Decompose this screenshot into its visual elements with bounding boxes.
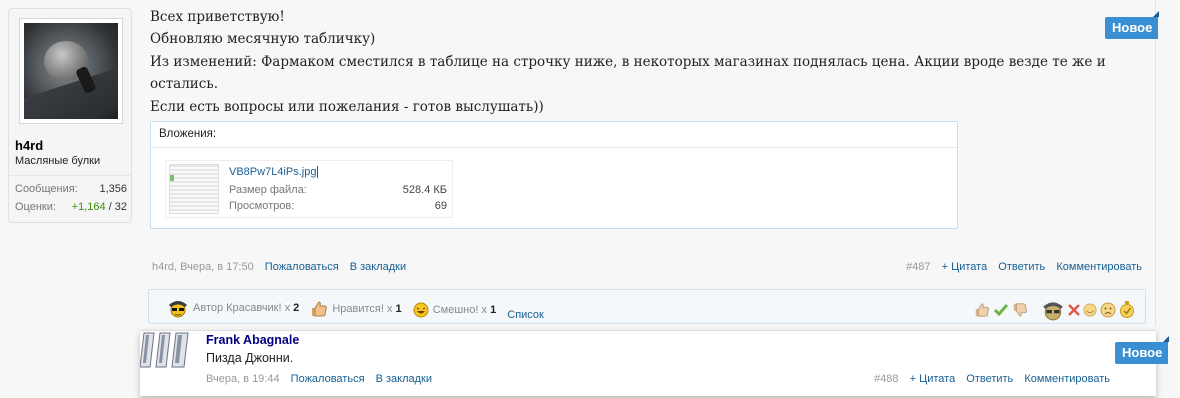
rating-like-count: 1 bbox=[395, 303, 402, 315]
reply-link[interactable]: Ответить bbox=[998, 261, 1045, 273]
new-badge: Новое bbox=[1105, 11, 1160, 39]
user-info-block: h4rd Масляные булки Сообщения: 1,356 Оце… bbox=[8, 8, 132, 223]
message-line: остались. bbox=[150, 76, 218, 93]
attachment-thumbnail[interactable] bbox=[169, 164, 219, 214]
username[interactable]: h4rd bbox=[15, 138, 43, 153]
post-488: Frank Abagnale Пизда Джонни. Вчера, в 19… bbox=[140, 330, 1156, 396]
rating-awesome-label: Автор Красавчик! bbox=[193, 302, 282, 314]
post-number[interactable]: #488 bbox=[874, 373, 898, 385]
comment-link[interactable]: Комментировать bbox=[1024, 373, 1110, 385]
cool-face-icon bbox=[169, 301, 187, 318]
rating-awesome-count: 2 bbox=[293, 302, 300, 314]
ratings-summary: Автор Красавчик! x 2 Нравится! x 1 Смешн… bbox=[167, 298, 544, 321]
bookmark-link[interactable]: В закладки bbox=[350, 261, 406, 273]
avatar-image bbox=[24, 23, 118, 119]
avatar[interactable] bbox=[140, 331, 192, 371]
message-line: Из изменений: Фармаком сместился в табли… bbox=[150, 53, 1106, 70]
ratings-bar: Автор Красавчик! x 2 Нравится! x 1 Смешн… bbox=[148, 289, 1146, 324]
post-487: h4rd Масляные булки Сообщения: 1,356 Оце… bbox=[0, 0, 1160, 326]
laughing-face-icon bbox=[413, 302, 429, 318]
ratings-list-link[interactable]: Список bbox=[507, 309, 544, 321]
ratings-stat: Оценки: +1,164 / 32 bbox=[15, 201, 127, 213]
post-time[interactable]: Вчера, в 19:44 bbox=[206, 373, 280, 385]
post-number[interactable]: #487 bbox=[906, 261, 930, 273]
message-body: Пизда Джонни. bbox=[206, 351, 294, 365]
size-value: 528.4 КБ bbox=[402, 184, 447, 196]
rating-funny-count: 1 bbox=[490, 304, 497, 316]
size-label: Размер файла: bbox=[229, 184, 307, 196]
rating-awesome: Автор Красавчик! x 2 bbox=[167, 298, 299, 318]
attachment-link[interactable]: VB8Pw7L4iPs.jpg bbox=[229, 166, 319, 178]
message-line: Если есть вопросы или пожелания - готов … bbox=[150, 98, 544, 115]
medal-icon[interactable] bbox=[1119, 301, 1135, 319]
ratings-rest: / 32 bbox=[105, 201, 127, 213]
times-sign: x bbox=[284, 302, 291, 314]
quote-link[interactable]: + Цитата bbox=[942, 261, 988, 273]
ratings-positive: +1,164 bbox=[71, 201, 106, 213]
times-sign: x bbox=[481, 304, 488, 316]
user-stats: Сообщения: 1,356 Оценки: +1,164 / 32 bbox=[9, 175, 131, 219]
user-title: Масляные булки bbox=[15, 155, 101, 167]
views-value: 69 bbox=[434, 200, 447, 212]
author-time[interactable]: h4rd, Вчера, в 17:50 bbox=[152, 261, 254, 273]
message-line: Всех приветствую! bbox=[150, 9, 285, 25]
post-controls: #488 + Цитата Ответить Комментировать bbox=[868, 373, 1110, 385]
username[interactable]: Frank Abagnale bbox=[206, 333, 299, 347]
rating-like: Нравится! x 1 bbox=[310, 300, 402, 318]
new-badge: Новое bbox=[1115, 336, 1170, 364]
bookmark-link[interactable]: В закладки bbox=[376, 373, 432, 385]
rating-like-label: Нравится! bbox=[332, 303, 384, 315]
attachment-item: VB8Pw7L4iPs.jpg Размер файла: 528.4 КБ П… bbox=[165, 160, 453, 218]
thumbs-down-icon[interactable] bbox=[1011, 302, 1029, 318]
close-icon[interactable] bbox=[1068, 304, 1080, 316]
post-controls: #487 + Цитата Ответить Комментировать bbox=[900, 261, 1142, 273]
attachment-views: Просмотров: 69 bbox=[229, 200, 447, 212]
thumbs-up-icon[interactable] bbox=[973, 302, 991, 318]
post-meta: Вчера, в 19:44 Пожаловаться В закладки #… bbox=[206, 373, 1110, 385]
avatar[interactable] bbox=[19, 18, 123, 124]
times-sign: x bbox=[386, 303, 393, 315]
ratings-label: Оценки: bbox=[15, 201, 56, 213]
report-link[interactable]: Пожаловаться bbox=[265, 261, 339, 273]
messages-stat: Сообщения: 1,356 bbox=[15, 183, 127, 195]
messages-value[interactable]: 1,356 bbox=[99, 183, 127, 195]
messages-label: Сообщения: bbox=[15, 183, 78, 195]
report-link[interactable]: Пожаловаться bbox=[291, 373, 365, 385]
smile-icon[interactable] bbox=[1083, 303, 1097, 317]
attachment-size: Размер файла: 528.4 КБ bbox=[229, 184, 447, 196]
post-meta: h4rd, Вчера, в 17:50 Пожаловаться В закл… bbox=[152, 261, 1142, 273]
message-body: Всех приветствую! Обновляю месячную табл… bbox=[150, 6, 1110, 118]
sad-face-icon[interactable] bbox=[1100, 302, 1116, 318]
cool-face-icon[interactable] bbox=[1041, 299, 1065, 321]
rate-buttons bbox=[973, 299, 1135, 321]
attachments-header: Вложения: bbox=[151, 122, 957, 148]
views-label: Просмотров: bbox=[229, 200, 295, 212]
ratings-value[interactable]: +1,164 / 32 bbox=[72, 201, 127, 213]
rating-funny: Смешно! x 1 bbox=[413, 302, 496, 318]
message-line: Обновляю месячную табличку) bbox=[150, 31, 376, 48]
comment-link[interactable]: Комментировать bbox=[1056, 261, 1142, 273]
checkmark-icon[interactable] bbox=[994, 303, 1008, 317]
rating-funny-label: Смешно! bbox=[432, 304, 479, 316]
quote-link[interactable]: + Цитата bbox=[910, 373, 956, 385]
attachments-block: Вложения: VB8Pw7L4iPs.jpg Размер файла: … bbox=[150, 121, 958, 229]
thumbs-up-icon bbox=[312, 301, 328, 317]
reply-link[interactable]: Ответить bbox=[966, 373, 1013, 385]
